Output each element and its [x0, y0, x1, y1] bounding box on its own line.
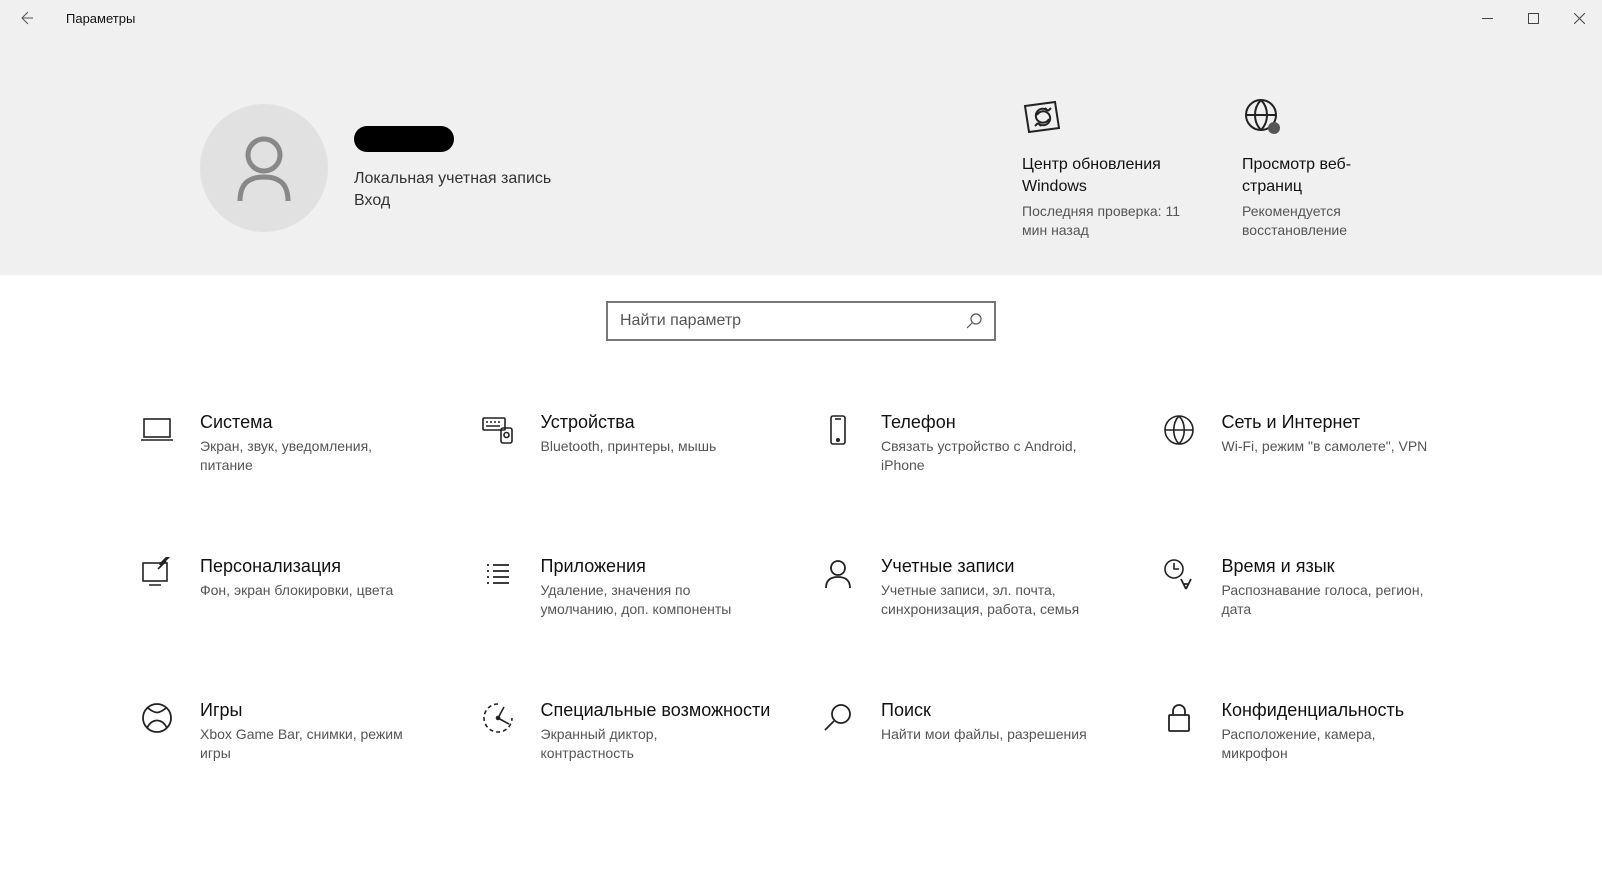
- tile-time-language[interactable]: Время и язык Распознавание голоса, регио…: [1162, 555, 1463, 619]
- tile-title: Приложения: [541, 555, 751, 577]
- tile-desc: Экранный диктор, контрастность: [541, 725, 751, 763]
- tile-title: Персонализация: [200, 555, 393, 577]
- window-title: Параметры: [66, 11, 135, 26]
- close-icon: [1574, 13, 1585, 24]
- tile-search[interactable]: Поиск Найти мои файлы, разрешения: [821, 699, 1122, 763]
- tile-title: Система: [200, 411, 410, 433]
- avatar[interactable]: [200, 104, 328, 232]
- web-browsing-card[interactable]: Просмотр веб-страниц Рекомендуется восст…: [1242, 96, 1402, 240]
- maximize-icon: [1528, 13, 1539, 24]
- maximize-button[interactable]: [1510, 0, 1556, 36]
- tile-phone[interactable]: Телефон Связать устройство с Android, iP…: [821, 411, 1122, 475]
- xbox-icon: [140, 699, 180, 763]
- tile-desc: Найти мои файлы, разрешения: [881, 725, 1087, 744]
- tile-title: Учетные записи: [881, 555, 1091, 577]
- tile-system[interactable]: Система Экран, звук, уведомления, питани…: [140, 411, 441, 475]
- tile-title: Время и язык: [1222, 555, 1432, 577]
- tile-desc: Xbox Game Bar, снимки, режим игры: [200, 725, 410, 763]
- personalization-icon: [140, 555, 180, 619]
- globe-icon: [1162, 411, 1202, 475]
- titlebar: Параметры: [0, 0, 1602, 36]
- window-controls: [1464, 0, 1602, 36]
- globe-warning-icon: [1242, 96, 1402, 144]
- back-button[interactable]: [0, 0, 52, 36]
- time-language-icon: [1162, 555, 1202, 619]
- tile-desc: Wi-Fi, режим "в самолете", VPN: [1222, 437, 1428, 456]
- laptop-icon: [140, 411, 180, 475]
- card-title: Центр обновления Windows: [1022, 154, 1182, 198]
- tile-desc: Связать устройство с Android, iPhone: [881, 437, 1091, 475]
- tile-title: Игры: [200, 699, 410, 721]
- tile-devices[interactable]: Устройства Bluetooth, принтеры, мышь: [481, 411, 782, 475]
- person-icon: [234, 133, 294, 203]
- close-button[interactable]: [1556, 0, 1602, 36]
- accounts-icon: [821, 555, 861, 619]
- tile-title: Специальные возможности: [541, 699, 771, 721]
- card-subtitle: Последняя проверка: 11 мин назад: [1022, 202, 1182, 240]
- tile-title: Телефон: [881, 411, 1091, 433]
- account-text: Локальная учетная запись Вход: [354, 126, 551, 210]
- lock-icon: [1162, 699, 1202, 763]
- search-icon: [966, 313, 982, 329]
- tile-title: Поиск: [881, 699, 1087, 721]
- tile-network[interactable]: Сеть и Интернет Wi-Fi, режим "в самолете…: [1162, 411, 1463, 475]
- card-subtitle: Рекомендуется восстановление: [1242, 202, 1402, 240]
- tile-desc: Учетные записи, эл. почта, синхронизация…: [881, 581, 1091, 619]
- magnifier-icon: [821, 699, 861, 763]
- devices-icon: [481, 411, 521, 475]
- search-wrap: [0, 275, 1602, 371]
- minimize-icon: [1482, 13, 1493, 24]
- tile-desc: Экран, звук, уведомления, питание: [200, 437, 410, 475]
- tile-title: Сеть и Интернет: [1222, 411, 1428, 433]
- search-input[interactable]: [620, 312, 966, 330]
- tile-desc: Расположение, камера, микрофон: [1222, 725, 1432, 763]
- card-title: Просмотр веб-страниц: [1242, 154, 1402, 198]
- search-box[interactable]: [606, 301, 996, 341]
- tile-title: Устройства: [541, 411, 717, 433]
- accessibility-icon: [481, 699, 521, 763]
- tile-accessibility[interactable]: Специальные возможности Экранный диктор,…: [481, 699, 782, 763]
- account-block: Локальная учетная запись Вход: [200, 96, 551, 240]
- tile-desc: Bluetooth, принтеры, мышь: [541, 437, 717, 456]
- sign-in-link[interactable]: Вход: [354, 192, 551, 210]
- settings-grid-wrap: Система Экран, звук, уведомления, питани…: [0, 371, 1602, 763]
- tile-title: Конфиденциальность: [1222, 699, 1432, 721]
- account-type: Локальная учетная запись: [354, 170, 551, 188]
- tile-desc: Распознавание голоса, регион, дата: [1222, 581, 1432, 619]
- tile-gaming[interactable]: Игры Xbox Game Bar, снимки, режим игры: [140, 699, 441, 763]
- minimize-button[interactable]: [1464, 0, 1510, 36]
- tile-accounts[interactable]: Учетные записи Учетные записи, эл. почта…: [821, 555, 1122, 619]
- tile-privacy[interactable]: Конфиденциальность Расположение, камера,…: [1162, 699, 1463, 763]
- arrow-left-icon: [18, 10, 34, 26]
- status-cards: Центр обновления Windows Последняя прове…: [1022, 96, 1402, 240]
- tile-desc: Удаление, значения по умолчанию, доп. ко…: [541, 581, 751, 619]
- phone-icon: [821, 411, 861, 475]
- header: Локальная учетная запись Вход Центр обно…: [0, 36, 1602, 275]
- list-icon: [481, 555, 521, 619]
- update-icon: [1022, 96, 1182, 144]
- tile-desc: Фон, экран блокировки, цвета: [200, 581, 393, 600]
- account-name-redacted: [354, 126, 454, 152]
- tile-personalization[interactable]: Персонализация Фон, экран блокировки, цв…: [140, 555, 441, 619]
- windows-update-card[interactable]: Центр обновления Windows Последняя прове…: [1022, 96, 1182, 240]
- tile-apps[interactable]: Приложения Удаление, значения по умолчан…: [481, 555, 782, 619]
- settings-grid: Система Экран, звук, уведомления, питани…: [140, 411, 1462, 763]
